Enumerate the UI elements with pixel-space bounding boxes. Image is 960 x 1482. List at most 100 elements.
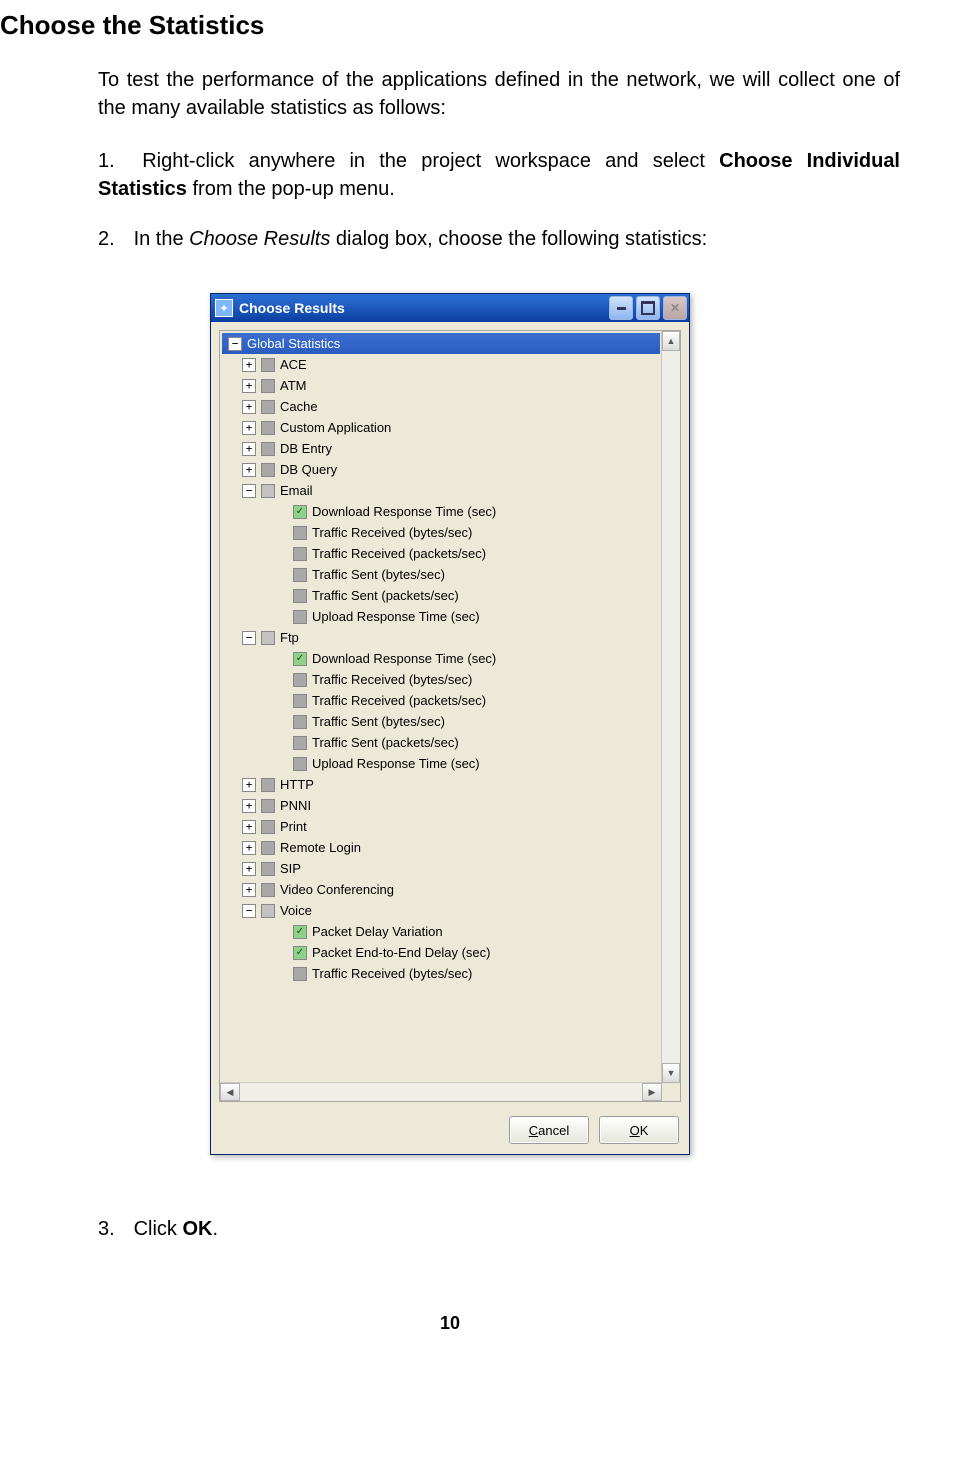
tree-node[interactable]: +Video Conferencing — [238, 879, 660, 900]
checkbox-icon[interactable] — [261, 442, 275, 456]
tree-node[interactable]: Traffic Sent (packets/sec) — [270, 732, 660, 753]
checkbox-icon[interactable] — [293, 694, 307, 708]
tree-node-label: Traffic Received (packets/sec) — [312, 546, 486, 561]
tree-node-label: Traffic Received (bytes/sec) — [312, 966, 472, 981]
collapse-icon[interactable]: − — [242, 484, 256, 498]
tree-node[interactable]: Traffic Sent (packets/sec) — [270, 585, 660, 606]
tree-node-label: Traffic Received (bytes/sec) — [312, 672, 472, 687]
collapse-icon[interactable]: − — [242, 904, 256, 918]
tree-node[interactable]: − Ftp — [238, 627, 660, 648]
scroll-right-icon[interactable]: ▶ — [642, 1083, 662, 1101]
scroll-left-icon[interactable]: ◀ — [220, 1083, 240, 1101]
vertical-scrollbar[interactable]: ▲ ▼ — [661, 331, 680, 1083]
tree-node[interactable]: Traffic Received (packets/sec) — [270, 690, 660, 711]
checkbox-icon[interactable] — [261, 862, 275, 876]
tree-node[interactable]: +ATM — [238, 375, 660, 396]
expand-icon[interactable]: + — [242, 778, 256, 792]
checkbox-icon[interactable] — [261, 820, 275, 834]
tree-node[interactable]: +Print — [238, 816, 660, 837]
expand-icon[interactable]: + — [242, 400, 256, 414]
scroll-track[interactable] — [662, 351, 680, 1063]
cancel-button[interactable]: Cancel — [509, 1116, 589, 1144]
tree-node[interactable]: Traffic Received (bytes/sec) — [270, 669, 660, 690]
checkbox-icon[interactable]: ✓ — [293, 505, 307, 519]
maximize-button[interactable] — [636, 296, 660, 320]
expand-icon[interactable]: + — [242, 358, 256, 372]
scroll-up-icon[interactable]: ▲ — [662, 331, 680, 351]
tree-node[interactable]: Traffic Received (bytes/sec) — [270, 963, 660, 984]
tree-node-label: Ftp — [280, 630, 299, 645]
minimize-button[interactable] — [609, 296, 633, 320]
expand-icon[interactable]: + — [242, 463, 256, 477]
tree-root[interactable]: − Global Statistics — [222, 333, 660, 354]
checkbox-icon[interactable] — [261, 358, 275, 372]
checkbox-icon[interactable]: ✓ — [293, 946, 307, 960]
expand-icon[interactable]: + — [242, 883, 256, 897]
tree-node[interactable]: Traffic Sent (bytes/sec) — [270, 564, 660, 585]
checkbox-icon[interactable] — [293, 757, 307, 771]
tree-node-label: HTTP — [280, 777, 314, 792]
collapse-icon[interactable]: − — [242, 631, 256, 645]
checkbox-icon[interactable] — [261, 883, 275, 897]
step-3-text-c: . — [212, 1218, 218, 1240]
scroll-down-icon[interactable]: ▼ — [662, 1063, 680, 1083]
checkbox-icon[interactable] — [293, 715, 307, 729]
tree-node[interactable]: +Custom Application — [238, 417, 660, 438]
checkbox-icon[interactable] — [261, 631, 275, 645]
checkbox-icon[interactable] — [261, 463, 275, 477]
tree-node[interactable]: ✓Download Response Time (sec) — [270, 501, 660, 522]
tree-node[interactable]: Traffic Sent (bytes/sec) — [270, 711, 660, 732]
checkbox-icon[interactable] — [261, 841, 275, 855]
tree-node[interactable]: Traffic Received (packets/sec) — [270, 543, 660, 564]
checkbox-icon[interactable] — [261, 778, 275, 792]
tree-node[interactable]: +Cache — [238, 396, 660, 417]
tree-node[interactable]: +PNNI — [238, 795, 660, 816]
checkbox-icon[interactable]: ✓ — [293, 652, 307, 666]
expand-icon[interactable]: + — [242, 841, 256, 855]
expand-icon[interactable]: + — [242, 379, 256, 393]
tree-node[interactable]: +DB Query — [238, 459, 660, 480]
tree-node[interactable]: +SIP — [238, 858, 660, 879]
expand-icon[interactable]: + — [242, 442, 256, 456]
tree-node[interactable]: + HTTP — [238, 774, 660, 795]
checkbox-icon[interactable] — [261, 400, 275, 414]
checkbox-icon[interactable]: ✓ — [293, 925, 307, 939]
close-button[interactable]: ✕ — [663, 296, 687, 320]
checkbox-icon[interactable] — [293, 526, 307, 540]
tree-node[interactable]: ✓Packet Delay Variation — [270, 921, 660, 942]
ok-button[interactable]: OK — [599, 1116, 679, 1144]
tree-node[interactable]: Traffic Received (bytes/sec) — [270, 522, 660, 543]
expand-icon[interactable]: + — [242, 820, 256, 834]
checkbox-icon[interactable] — [293, 547, 307, 561]
checkbox-icon[interactable] — [261, 484, 275, 498]
tree-node[interactable]: +ACE — [238, 354, 660, 375]
tree-node[interactable]: −Voice — [238, 900, 660, 921]
tree-node[interactable]: +DB Entry — [238, 438, 660, 459]
tree-node[interactable]: −Email — [238, 480, 660, 501]
horizontal-scrollbar[interactable]: ◀ ▶ — [220, 1082, 662, 1101]
tree-node[interactable]: +Remote Login — [238, 837, 660, 858]
expand-icon[interactable]: + — [242, 799, 256, 813]
checkbox-icon[interactable] — [293, 673, 307, 687]
tree-node[interactable]: ✓Download Response Time (sec) — [270, 648, 660, 669]
expand-icon[interactable]: + — [242, 421, 256, 435]
tree-node[interactable]: ✓Packet End-to-End Delay (sec) — [270, 942, 660, 963]
checkbox-icon[interactable] — [293, 736, 307, 750]
checkbox-icon[interactable] — [261, 421, 275, 435]
step-2: 2. In the Choose Results dialog box, cho… — [98, 225, 900, 253]
checkbox-icon[interactable] — [293, 610, 307, 624]
tree-node[interactable]: Upload Response Time (sec) — [270, 606, 660, 627]
scroll-track[interactable] — [240, 1083, 642, 1101]
expand-icon[interactable]: + — [242, 862, 256, 876]
expand-icon[interactable]: − — [228, 337, 242, 351]
checkbox-icon[interactable] — [261, 904, 275, 918]
checkbox-icon[interactable] — [293, 568, 307, 582]
checkbox-icon[interactable] — [293, 967, 307, 981]
tree-node[interactable]: Upload Response Time (sec) — [270, 753, 660, 774]
tree-node-label: Traffic Sent (packets/sec) — [312, 588, 459, 603]
checkbox-icon[interactable] — [261, 379, 275, 393]
checkbox-icon[interactable] — [261, 799, 275, 813]
step-3: 3. Click OK. — [98, 1215, 900, 1243]
checkbox-icon[interactable] — [293, 589, 307, 603]
titlebar[interactable]: ✦ Choose Results ✕ — [211, 294, 689, 322]
